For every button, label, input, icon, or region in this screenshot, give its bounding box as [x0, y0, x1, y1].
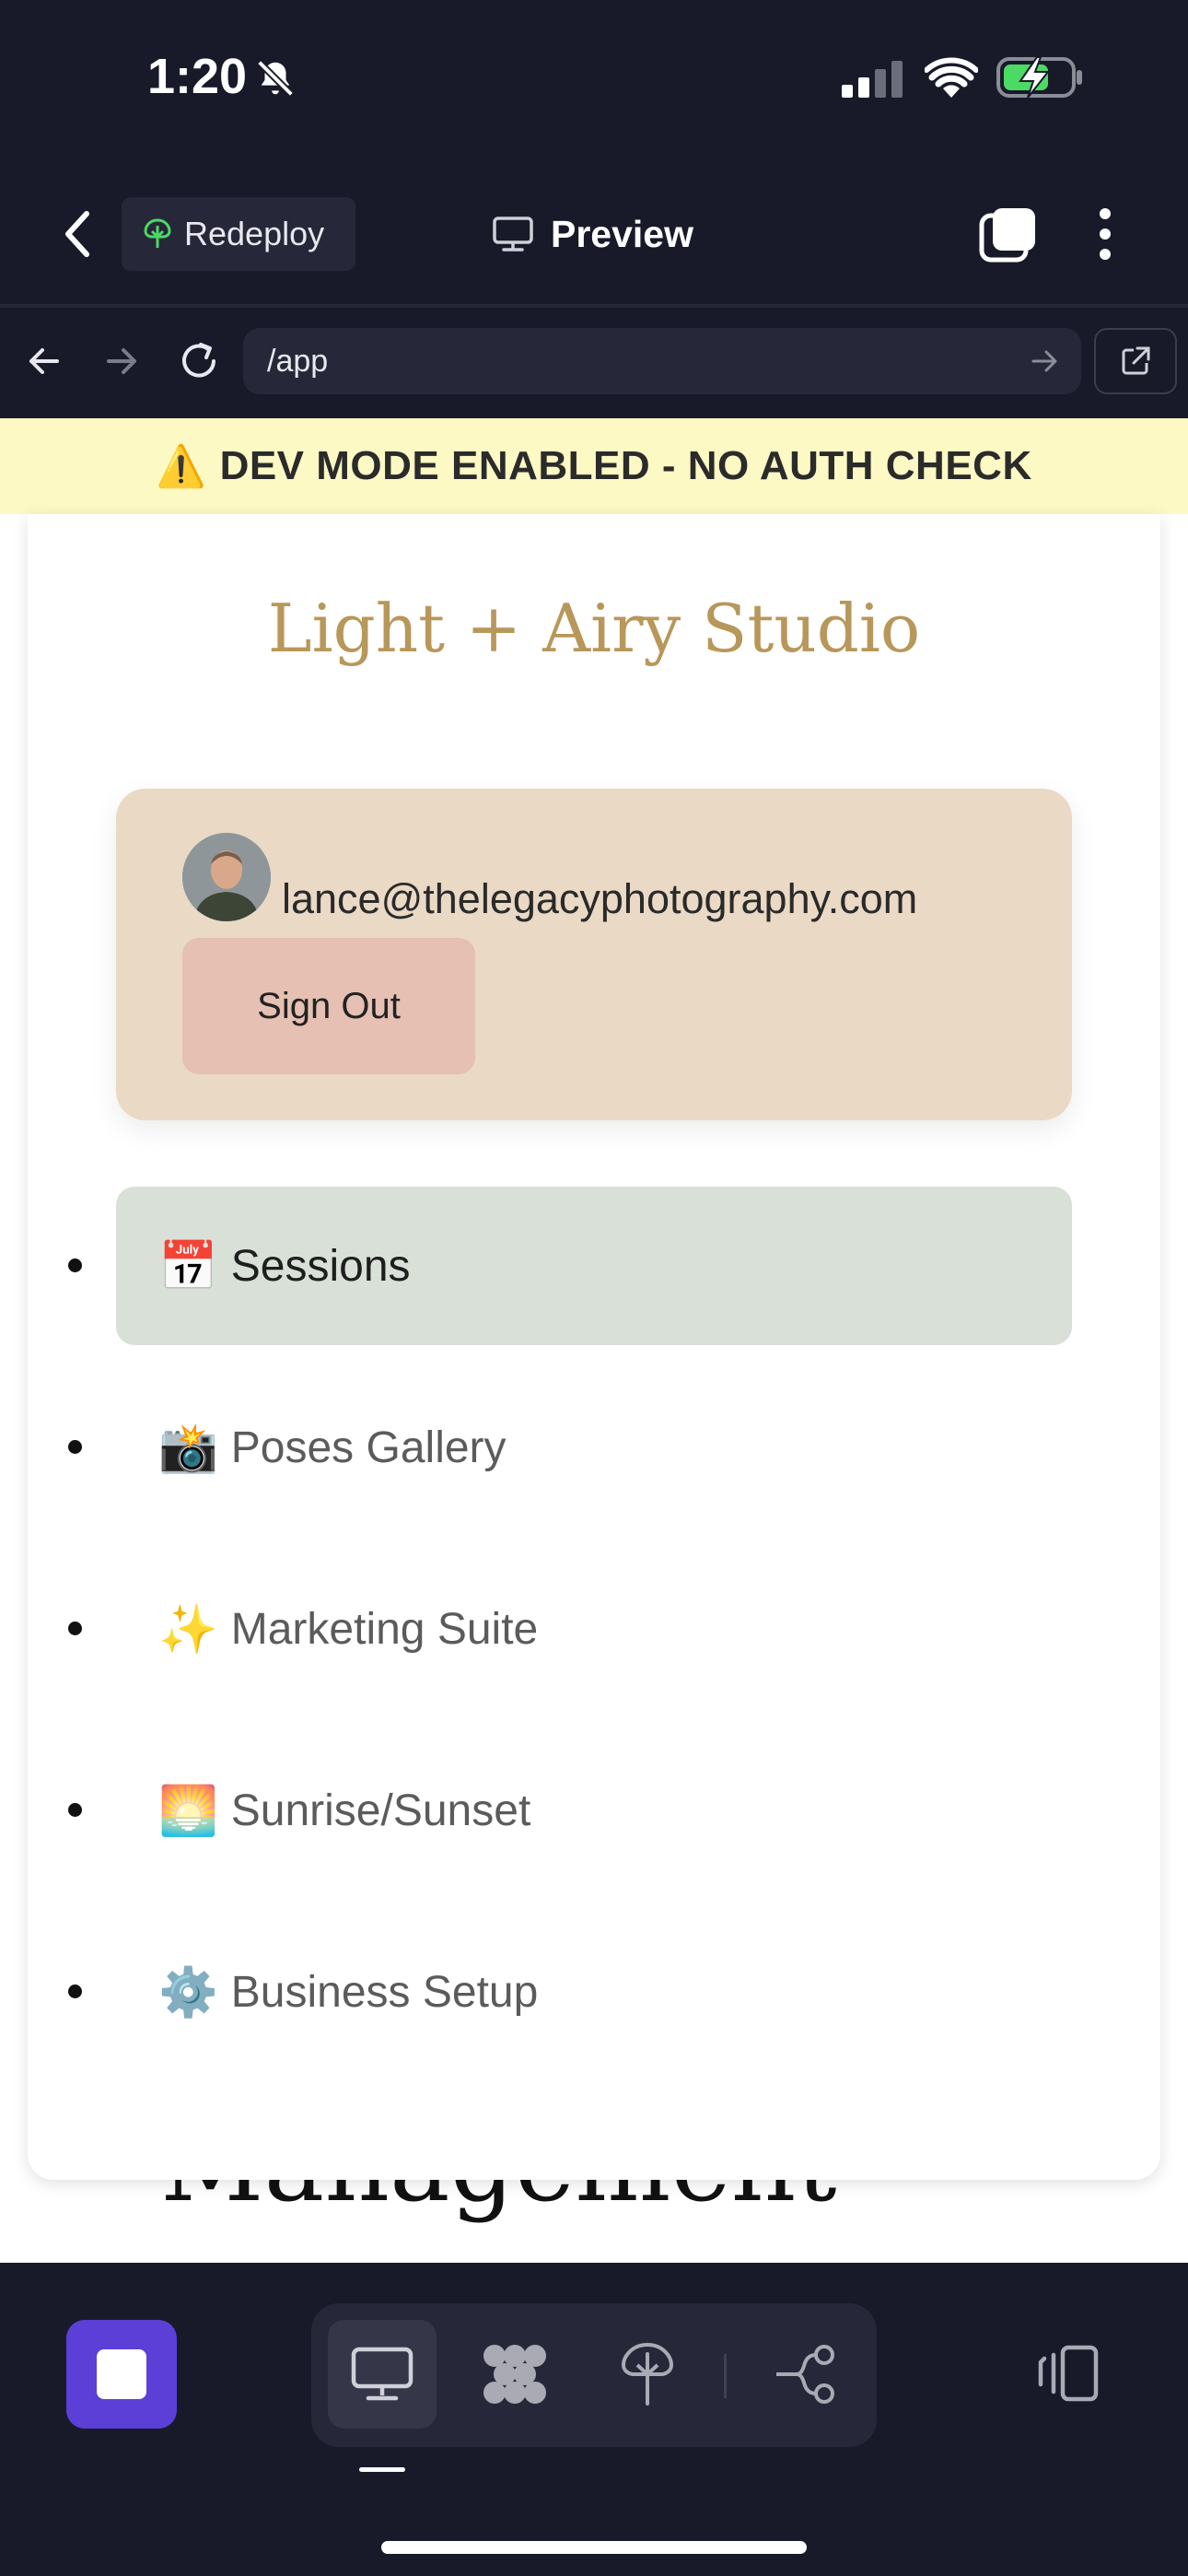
redeploy-tree-icon [144, 218, 171, 248]
branch-flow-icon [776, 2345, 834, 2404]
browser-back-icon[interactable] [26, 343, 63, 380]
nav-item-marketing-suite[interactable]: ✨ Marketing Suite [116, 1550, 1072, 1708]
more-options-icon[interactable] [1094, 206, 1116, 262]
nav-item-poses-gallery[interactable]: 📸 Poses Gallery [116, 1368, 1072, 1527]
active-view-indicator [359, 2467, 405, 2472]
avatar-photo [182, 833, 271, 921]
stop-button[interactable] [66, 2320, 177, 2429]
switcher-divider [724, 2354, 727, 2398]
sunrise-icon: 🌅 [158, 1784, 218, 1838]
dev-mode-banner: ⚠️ DEV MODE ENABLED - NO AUTH CHECK [0, 418, 1188, 514]
camera-flash-icon: 📸 [158, 1421, 218, 1475]
preview-label: Preview [551, 212, 693, 255]
tabs-icon[interactable] [978, 205, 1039, 265]
nav-item-label: Poses Gallery [230, 1423, 507, 1472]
open-external-button[interactable] [1094, 328, 1177, 394]
home-indicator [381, 2541, 807, 2554]
go-arrow-icon[interactable] [1030, 346, 1059, 376]
silent-bell-icon [257, 60, 294, 97]
avatar [182, 833, 271, 921]
sparkles-icon: ✨ [158, 1602, 218, 1657]
nav-item-label: Marketing Suite [230, 1604, 539, 1654]
calendar-icon: 📅 [158, 1239, 218, 1294]
dev-mode-text: DEV MODE ENABLED - NO AUTH CHECK [219, 443, 1032, 488]
deploy-tree-icon [621, 2342, 674, 2406]
nav-item-sunrise-sunset[interactable]: 🌅 Sunrise/Sunset [116, 1731, 1072, 1890]
nav-item-business-setup[interactable]: ⚙️ Business Setup [116, 1913, 1072, 2071]
gear-icon: ⚙️ [158, 1965, 218, 2020]
nav-item-label: Business Setup [230, 1967, 539, 2017]
nav-item-label: Sunrise/Sunset [230, 1786, 531, 1835]
sign-out-button[interactable]: Sign Out [182, 938, 475, 1074]
list-bullet [68, 1985, 82, 1998]
shapes-grid-icon [483, 2345, 546, 2404]
device-rotate-icon[interactable] [1031, 2344, 1100, 2403]
nav-item-sessions[interactable]: 📅 Sessions [116, 1187, 1072, 1345]
preview-view-button[interactable] [328, 2320, 437, 2429]
nav-item-label: Sessions [230, 1241, 411, 1291]
battery-charging-icon [996, 56, 1082, 99]
list-bullet [68, 1440, 82, 1454]
external-link-icon [1122, 346, 1150, 375]
browser-forward-icon[interactable] [103, 343, 140, 380]
user-email: lance@thelegacyphotography.com [282, 875, 918, 922]
warning-icon: ⚠️ [156, 444, 207, 489]
back-chevron-icon[interactable] [61, 210, 94, 258]
studio-title: Light + Airy Studio [267, 590, 921, 667]
reload-icon[interactable] [177, 339, 221, 383]
stop-icon [97, 2349, 146, 2399]
deploy-view-button[interactable] [593, 2320, 702, 2429]
list-bullet [68, 1803, 82, 1817]
components-view-button[interactable] [460, 2320, 569, 2429]
list-bullet [68, 1259, 82, 1272]
preview-title[interactable]: Preview [492, 205, 693, 263]
workflow-view-button[interactable] [751, 2320, 860, 2429]
monitor-icon [351, 2347, 413, 2401]
url-field[interactable]: /app [243, 328, 1081, 394]
monitor-icon [493, 217, 533, 252]
url-text: /app [267, 343, 329, 379]
cellular-signal-icon [842, 61, 903, 98]
status-time: 1:20 [147, 49, 248, 104]
redeploy-label: Redeploy [184, 215, 325, 252]
list-bullet [68, 1622, 82, 1635]
redeploy-button[interactable]: Redeploy [122, 197, 355, 271]
wifi-icon [925, 57, 978, 98]
